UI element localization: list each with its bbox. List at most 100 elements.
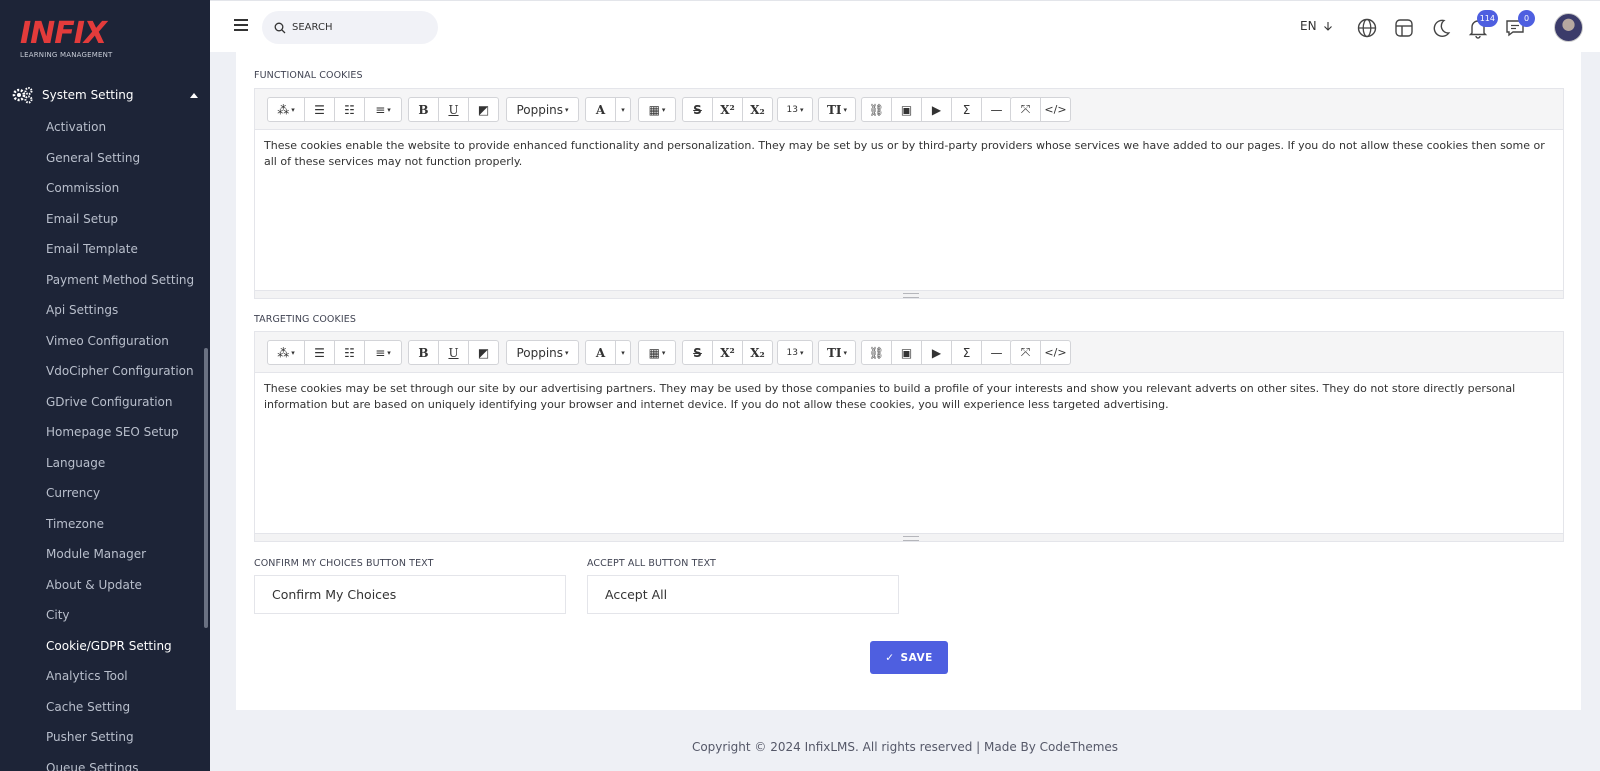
notifications-button[interactable]: 114 <box>1467 10 1498 39</box>
table-button[interactable]: ▦ ▾ <box>638 340 676 365</box>
hamburger-menu-icon[interactable] <box>234 19 248 31</box>
font-color-button[interactable]: A <box>585 97 616 122</box>
sidebar-item-payment-method-setting[interactable]: Payment Method Setting <box>46 270 194 301</box>
clear-format-button[interactable]: ◩ <box>468 97 499 122</box>
messages-badge: 0 <box>1518 10 1535 27</box>
sidebar-item-analytics-tool[interactable]: Analytics Tool <box>46 666 194 697</box>
search-input[interactable] <box>292 22 422 33</box>
sidebar-item-vimeo-configuration[interactable]: Vimeo Configuration <box>46 331 194 362</box>
line-height-button[interactable]: TI ▾ <box>818 340 856 365</box>
sidebar-item-general-setting[interactable]: General Setting <box>46 148 194 179</box>
caret-up-icon <box>190 92 198 98</box>
insert-link-button[interactable]: ⛓ <box>861 340 892 365</box>
superscript-button[interactable]: X² <box>712 97 743 122</box>
code-view-button[interactable]: </> <box>1040 340 1071 365</box>
paragraph-align-button[interactable]: ≡ ▾ <box>364 340 402 365</box>
sidebar-item-gdrive-configuration[interactable]: GDrive Configuration <box>46 392 194 423</box>
strikethrough-button[interactable]: S <box>682 340 713 365</box>
underline-button[interactable]: U <box>438 340 469 365</box>
magic-style-button[interactable]: ⁂ ▾ <box>267 340 305 365</box>
sidebar-item-currency[interactable]: Currency <box>46 483 194 514</box>
sidebar-item-commission[interactable]: Commission <box>46 178 194 209</box>
editor-resize-handle[interactable] <box>255 290 1563 298</box>
unordered-list-button[interactable]: ☰ <box>304 340 335 365</box>
math-button[interactable]: Σ <box>951 97 982 122</box>
subscript-button[interactable]: X₂ <box>742 97 773 122</box>
sidebar-item-pusher-setting[interactable]: Pusher Setting <box>46 727 194 758</box>
sidebar-item-queue-settings[interactable]: Queue Settings <box>46 758 194 771</box>
font-size-dropdown[interactable]: 13 ▾ <box>777 97 813 122</box>
align-left-icon: ≡ <box>375 102 386 117</box>
insert-image-button[interactable]: ▣ <box>891 340 922 365</box>
math-button[interactable]: Σ <box>951 340 982 365</box>
sidebar-item-about-update[interactable]: About & Update <box>46 575 194 606</box>
subscript-button[interactable]: X₂ <box>742 340 773 365</box>
table-button[interactable]: ▦ ▾ <box>638 97 676 122</box>
font-color-dropdown[interactable]: ▾ <box>615 97 631 122</box>
unordered-list-button[interactable]: ☰ <box>304 97 335 122</box>
code-view-button[interactable]: </> <box>1040 97 1071 122</box>
editor-resize-handle[interactable] <box>255 533 1563 541</box>
accept-all-button-text-label: ACCEPT ALL BUTTON TEXT <box>587 558 716 569</box>
code-icon: </> <box>1044 346 1067 359</box>
horizontal-rule-button[interactable]: — <box>981 340 1012 365</box>
search-box[interactable] <box>262 11 438 44</box>
top-bar: EN 114 0 <box>210 0 1600 52</box>
horizontal-rule-button[interactable]: — <box>981 97 1012 122</box>
sidebar-item-homepage-seo-setup[interactable]: Homepage SEO Setup <box>46 422 194 453</box>
sidebar-section-system-setting[interactable]: System Setting <box>12 84 198 106</box>
sidebar-item-vdocipher-configuration[interactable]: VdoCipher Configuration <box>46 361 194 392</box>
sidebar-item-timezone[interactable]: Timezone <box>46 514 194 545</box>
functional-cookies-text[interactable]: These cookies enable the website to prov… <box>255 130 1563 290</box>
sidebar-item-module-manager[interactable]: Module Manager <box>46 544 194 575</box>
font-color-button[interactable]: A <box>585 340 616 365</box>
insert-image-button[interactable]: ▣ <box>891 97 922 122</box>
font-family-dropdown[interactable]: Poppins ▾ <box>506 340 579 365</box>
font-family-dropdown[interactable]: Poppins ▾ <box>506 97 579 122</box>
sidebar-item-email-setup[interactable]: Email Setup <box>46 209 194 240</box>
superscript-button[interactable]: X² <box>712 340 743 365</box>
accept-all-button-text-input[interactable] <box>587 575 899 614</box>
magic-wand-icon: ⁂ <box>277 345 290 360</box>
insert-video-button[interactable]: ▶ <box>921 340 952 365</box>
insert-video-button[interactable]: ▶ <box>921 97 952 122</box>
globe-icon[interactable] <box>1356 17 1378 39</box>
language-selector[interactable]: EN <box>1300 19 1334 33</box>
insert-link-button[interactable]: ⛓ <box>861 97 892 122</box>
bullet-list-icon: ☰ <box>314 345 325 360</box>
underline-button[interactable]: U <box>438 97 469 122</box>
line-height-icon: TI <box>826 102 842 117</box>
sidebar-item-cache-setting[interactable]: Cache Setting <box>46 697 194 728</box>
line-height-button[interactable]: TI ▾ <box>818 97 856 122</box>
layout-icon[interactable] <box>1393 17 1415 39</box>
sidebar-item-email-template[interactable]: Email Template <box>46 239 194 270</box>
ordered-list-button[interactable]: ☷ <box>334 340 365 365</box>
sidebar-item-api-settings[interactable]: Api Settings <box>46 300 194 331</box>
clear-format-button[interactable]: ◩ <box>468 340 499 365</box>
sidebar-item-city[interactable]: City <box>46 605 194 636</box>
messages-button[interactable]: 0 <box>1504 10 1535 39</box>
fullscreen-button[interactable]: ⤧ <box>1010 97 1041 122</box>
app-logo[interactable]: INFIX LEARNING MANAGEMENT <box>20 18 113 60</box>
fullscreen-button[interactable]: ⤧ <box>1010 340 1041 365</box>
bold-button[interactable]: B <box>408 340 439 365</box>
sidebar-item-cookie-gdpr-setting[interactable]: Cookie/GDPR Setting <box>46 636 194 667</box>
bullet-list-icon: ☰ <box>314 102 325 117</box>
sidebar-scrollbar[interactable] <box>204 348 208 628</box>
sidebar-item-activation[interactable]: Activation <box>46 117 194 148</box>
targeting-cookies-text[interactable]: These cookies may be set through our sit… <box>255 373 1563 533</box>
sidebar-item-language[interactable]: Language <box>46 453 194 484</box>
strikethrough-button[interactable]: S <box>682 97 713 122</box>
magic-style-button[interactable]: ⁂ ▾ <box>267 97 305 122</box>
dark-mode-moon-icon[interactable] <box>1430 17 1452 39</box>
user-avatar[interactable] <box>1554 13 1583 42</box>
ordered-list-button[interactable]: ☷ <box>334 97 365 122</box>
numbered-list-icon: ☷ <box>344 102 355 117</box>
font-color-dropdown[interactable]: ▾ <box>615 340 631 365</box>
font-size-dropdown[interactable]: 13 ▾ <box>777 340 813 365</box>
confirm-button-text-input[interactable] <box>254 575 566 614</box>
save-button[interactable]: ✓ SAVE <box>870 641 948 674</box>
eraser-icon: ◩ <box>477 345 490 360</box>
bold-button[interactable]: B <box>408 97 439 122</box>
paragraph-align-button[interactable]: ≡ ▾ <box>364 97 402 122</box>
